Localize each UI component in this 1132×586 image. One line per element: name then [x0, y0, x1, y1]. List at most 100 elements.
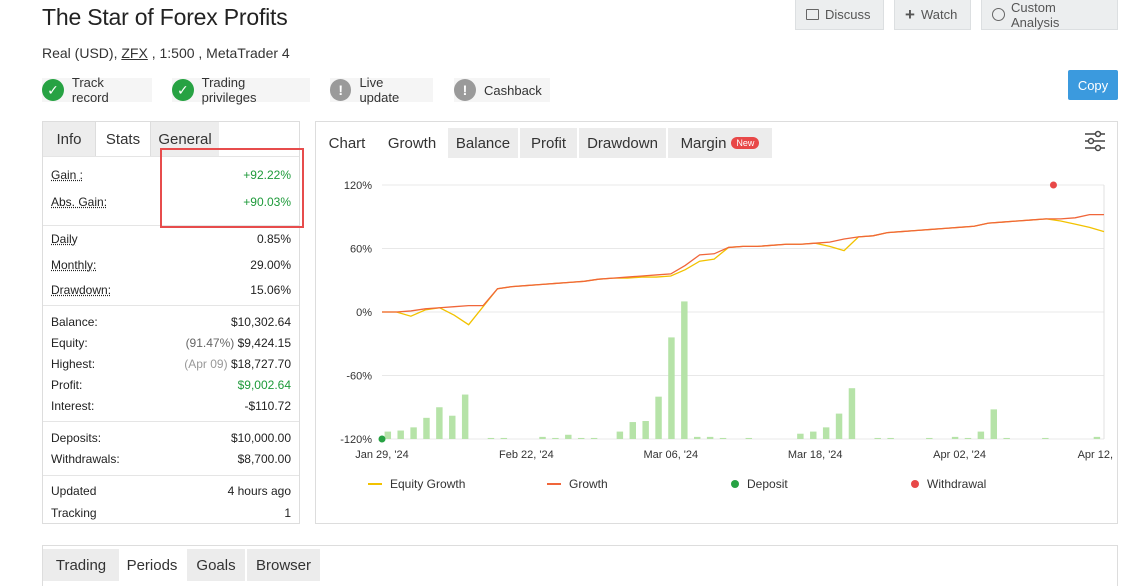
legend-deposit[interactable]: Deposit: [731, 477, 788, 491]
chart-bar: [423, 417, 430, 439]
equity-growth-line: [382, 218, 1105, 326]
tab-browser[interactable]: Browser: [247, 549, 320, 581]
track-record-badge[interactable]: ✓ Track record: [42, 75, 152, 105]
chart-bar: [397, 430, 404, 439]
chart-bar: [822, 427, 830, 439]
deposit-point: [378, 435, 386, 443]
chart-bar: [1093, 436, 1101, 439]
discuss-button[interactable]: Discuss: [795, 0, 884, 30]
tab-margin[interactable]: Margin New: [668, 128, 772, 158]
drawdown-label[interactable]: Drawdown:: [51, 283, 111, 297]
withdrawals-value: $8,700.00: [237, 452, 291, 466]
tab-stats[interactable]: Stats: [96, 122, 151, 156]
legend-growth[interactable]: Growth: [547, 477, 608, 491]
interest-label: Interest:: [51, 399, 95, 413]
chart-bar: [835, 413, 843, 439]
equity-value: $9,424.15: [237, 336, 291, 350]
tab-info[interactable]: Info: [43, 122, 96, 156]
chart-bar: [384, 431, 392, 439]
withdrawal-dot-icon: [911, 480, 919, 488]
updated-label: Updated: [51, 484, 97, 498]
warning-icon: !: [454, 79, 476, 101]
chart-bar: [539, 436, 546, 439]
y-tick-label: 0%: [356, 307, 372, 319]
broker-link[interactable]: ZFX: [121, 45, 147, 61]
copy-button[interactable]: Copy: [1068, 70, 1118, 100]
chart-bar: [706, 436, 714, 439]
chart-bar: [964, 437, 972, 439]
legend-withdrawal[interactable]: Withdrawal: [911, 477, 986, 491]
watch-button[interactable]: + Watch: [894, 0, 971, 30]
chart-bar: [668, 337, 675, 439]
y-tick-label: 120%: [344, 180, 372, 192]
tab-goals[interactable]: Goals: [187, 549, 245, 581]
profit-value: $9,002.64: [237, 378, 291, 392]
chart-bar: [694, 436, 701, 439]
drawdown-value: 15.06%: [250, 283, 291, 297]
chart-bar: [1042, 437, 1049, 439]
tracking-label: Tracking: [51, 506, 97, 520]
y-tick-label: 60%: [350, 244, 372, 256]
chart-bar: [848, 388, 856, 439]
chart-bar: [1003, 437, 1010, 439]
chart-bar: [436, 407, 443, 439]
chart-bar: [874, 437, 881, 439]
tab-trading[interactable]: Trading: [43, 549, 119, 581]
equity-growth-line-icon: [368, 483, 382, 485]
x-tick-label: Mar 06, '24: [643, 449, 698, 461]
tab-chart[interactable]: Chart: [316, 128, 378, 158]
cashback-badge[interactable]: ! Cashback: [454, 78, 550, 102]
page-title: The Star of Forex Profits: [42, 4, 288, 30]
chart-bar: [565, 434, 572, 439]
tab-profit[interactable]: Profit: [520, 128, 577, 158]
new-badge: New: [731, 137, 760, 149]
legend-equity-growth[interactable]: Equity Growth: [368, 477, 465, 491]
growth-line-icon: [547, 483, 561, 485]
x-tick-label: Feb 22, '24: [499, 449, 554, 461]
chart-bar: [719, 437, 727, 439]
chart-bar: [577, 437, 585, 439]
chart-bar: [616, 431, 624, 439]
trading-privileges-badge[interactable]: ✓ Trading privileges: [172, 75, 310, 105]
tab-drawdown[interactable]: Drawdown: [579, 128, 666, 158]
chart-bar: [797, 433, 804, 439]
chart-bar: [590, 437, 598, 439]
chart-bar: [500, 437, 508, 439]
chart-bar: [990, 409, 997, 439]
chart-bar: [951, 436, 959, 439]
highest-value: $18,727.70: [230, 357, 291, 371]
monthly-label[interactable]: Monthly:: [51, 258, 96, 272]
clock-icon: [992, 8, 1005, 21]
equity-label: Equity:: [51, 336, 88, 350]
tab-periods[interactable]: Periods: [119, 549, 185, 581]
growth-chart: 120% 60% 0% -60% -120% Jan 29, '24 Feb 22, '24…: [340, 180, 1116, 461]
daily-value: 0.85%: [256, 232, 291, 246]
plus-icon: +: [905, 4, 915, 24]
chart-bar: [629, 422, 636, 439]
settings-sliders-icon[interactable]: [1083, 130, 1107, 152]
updated-value: 4 hours ago: [227, 484, 291, 498]
y-tick-label: -120%: [340, 434, 372, 446]
daily-label[interactable]: Daily: [51, 232, 78, 246]
account-type: Real (USD),: [42, 45, 118, 61]
withdrawal-point: [1049, 181, 1057, 189]
profit-label: Profit:: [51, 378, 83, 392]
chart-bar: [410, 427, 417, 439]
balance-value: $10,302.64: [230, 315, 291, 329]
chart-bar: [655, 396, 662, 439]
balance-label: Balance:: [51, 315, 98, 329]
tab-growth[interactable]: Growth: [378, 128, 446, 158]
tab-balance[interactable]: Balance: [448, 128, 518, 158]
chart-bar: [461, 394, 469, 439]
live-update-badge[interactable]: ! Live update: [330, 75, 433, 105]
custom-analysis-button[interactable]: Custom Analysis: [981, 0, 1118, 30]
chart-bar: [810, 431, 817, 439]
x-tick-label: Mar 18, '24: [788, 449, 843, 461]
interest-value: -$110.72: [244, 399, 291, 413]
abs-gain-label[interactable]: Abs. Gain:: [51, 195, 107, 209]
check-icon: ✓: [172, 79, 194, 101]
chart-bar: [552, 437, 559, 439]
gain-label[interactable]: Gain :: [51, 168, 83, 182]
x-tick-label: Jan 29, '24: [355, 449, 408, 461]
deposit-dot-icon: [731, 480, 739, 488]
